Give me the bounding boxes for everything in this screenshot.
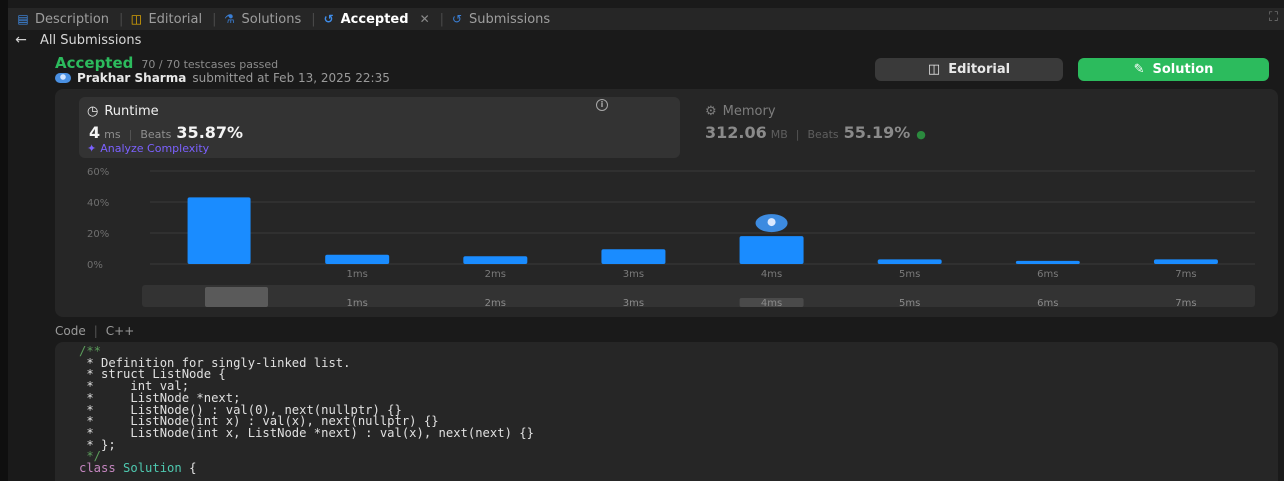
history-icon: ↺ bbox=[451, 12, 463, 26]
navigator-tick-label: 5ms bbox=[899, 298, 920, 309]
book-icon: ◫ bbox=[927, 62, 941, 77]
window-frame bbox=[0, 0, 8, 481]
navigator-tick-label: 7ms bbox=[1175, 298, 1196, 309]
chart-bar[interactable] bbox=[187, 197, 251, 264]
testcases-passed: 70 / 70 testcases passed bbox=[141, 58, 279, 71]
author-name[interactable]: Prakhar Sharma bbox=[77, 71, 186, 85]
tab-editorial[interactable]: ◫ Editorial bbox=[129, 12, 202, 27]
tab-separator: | bbox=[439, 11, 445, 27]
x-tick-label: 6ms bbox=[1037, 269, 1058, 280]
tab-bar: ▤ Description | ◫ Editorial | ⚗ Solution… bbox=[8, 8, 1284, 30]
code-header: Code | C++ bbox=[55, 324, 134, 338]
stats-panel: ◷ Runtime i 4 ms | Beats 35.87% ✦ Analyz… bbox=[55, 89, 1278, 317]
editorial-button[interactable]: ◫ Editorial bbox=[875, 58, 1063, 81]
language-label: C++ bbox=[105, 324, 135, 338]
flask-icon: ⚗ bbox=[224, 12, 235, 26]
navigator-tick-label: 1ms bbox=[347, 298, 368, 309]
navigator-handle[interactable] bbox=[205, 287, 268, 307]
status-badge: Accepted bbox=[55, 54, 134, 72]
chart-bar[interactable] bbox=[601, 249, 666, 264]
chart-bar[interactable] bbox=[1015, 260, 1080, 264]
code-line: class Solution { bbox=[79, 461, 197, 476]
submitted-time: submitted at Feb 13, 2025 22:35 bbox=[192, 71, 390, 85]
x-tick-label: 3ms bbox=[623, 269, 644, 280]
submission-status: Accepted 70 / 70 testcases passed bbox=[55, 54, 278, 72]
back-row[interactable]: ← All Submissions bbox=[8, 30, 141, 50]
tab-separator: | bbox=[119, 11, 124, 27]
arrow-left-icon[interactable]: ← bbox=[8, 32, 34, 48]
close-icon[interactable]: ✕ bbox=[420, 12, 430, 26]
y-tick-label: 20% bbox=[87, 229, 109, 240]
book-icon: ◫ bbox=[130, 12, 143, 26]
navigator-tick-label: 6ms bbox=[1037, 298, 1058, 309]
x-tick-label: 1ms bbox=[347, 269, 368, 280]
runtime-distribution-chart: 60% 40% 20% 0% 1ms 1ms 2ms 2ms 3ms 3ms 4ms 4ms 5ms 5m… bbox=[87, 167, 1255, 309]
expand-icon[interactable]: ⛶ bbox=[1269, 10, 1278, 25]
user-marker-icon bbox=[767, 218, 776, 227]
tab-separator: | bbox=[311, 11, 316, 27]
code-line: * ListNode(int x, ListNode *next) : val(… bbox=[79, 425, 534, 440]
code-line: * }; bbox=[79, 437, 116, 452]
x-tick-label: 4ms bbox=[761, 269, 782, 280]
all-submissions-link[interactable]: All Submissions bbox=[40, 33, 141, 48]
edit-icon: ✎ bbox=[1133, 62, 1145, 77]
y-tick-label: 0% bbox=[87, 260, 103, 271]
author-line: Prakhar Sharma submitted at Feb 13, 2025… bbox=[55, 71, 390, 85]
submission-page: ▤ Description | ◫ Editorial | ⚗ Solution… bbox=[8, 0, 1284, 481]
code-block: /** * Definition for singly-linked list.… bbox=[79, 345, 534, 476]
navigator-tick-label: 4ms bbox=[761, 298, 782, 309]
chart-bar[interactable] bbox=[1153, 259, 1218, 264]
tab-solutions[interactable]: ⚗ Solutions bbox=[223, 12, 301, 27]
x-tick-label: 5ms bbox=[899, 269, 920, 280]
navigator-tick-label: 3ms bbox=[623, 298, 644, 309]
chart-bar[interactable] bbox=[877, 259, 942, 264]
y-tick-label: 40% bbox=[87, 198, 109, 209]
history-icon: ↺ bbox=[323, 12, 334, 26]
chart-bar[interactable] bbox=[739, 236, 804, 264]
tab-separator: | bbox=[212, 11, 217, 27]
divider: | bbox=[93, 324, 98, 338]
avatar[interactable] bbox=[55, 73, 71, 83]
tab-description[interactable]: ▤ Description bbox=[8, 12, 109, 27]
chart-bar[interactable] bbox=[325, 254, 390, 264]
code-label: Code bbox=[55, 324, 86, 338]
code-editor[interactable]: /** * Definition for singly-linked list.… bbox=[55, 342, 1278, 481]
tab-accepted[interactable]: ↺ Accepted ✕ bbox=[322, 12, 430, 27]
chart-bar[interactable] bbox=[463, 256, 528, 264]
tab-submissions[interactable]: ↺ Submissions bbox=[450, 12, 550, 27]
description-icon: ▤ bbox=[17, 12, 29, 26]
y-tick-label: 60% bbox=[87, 167, 109, 178]
solution-button[interactable]: ✎ Solution bbox=[1078, 58, 1269, 81]
x-tick-label: 7ms bbox=[1175, 269, 1196, 280]
x-tick-label: 2ms bbox=[485, 269, 506, 280]
navigator-tick-label: 2ms bbox=[485, 298, 506, 309]
